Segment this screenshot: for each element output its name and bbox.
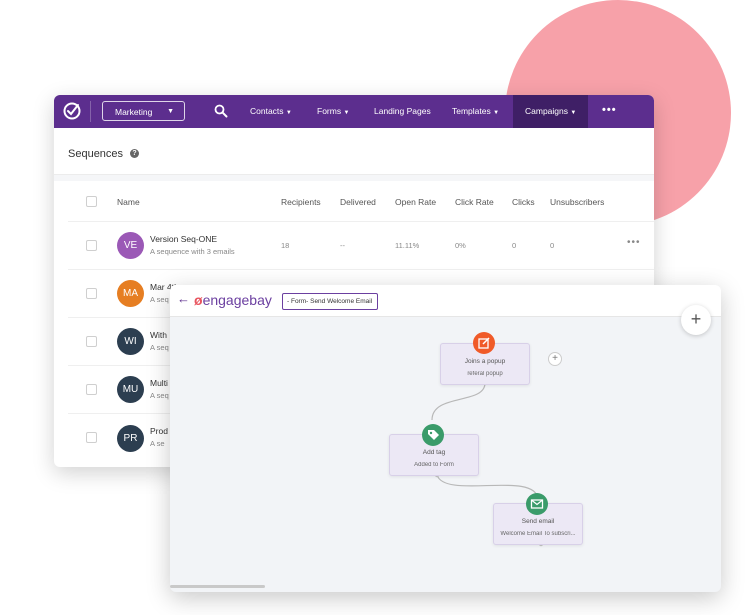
avatar: MU [117,376,144,403]
sequence-name[interactable]: Version Seq-ONE [150,234,217,244]
sequence-name[interactable]: With [150,330,167,340]
clicks-value: 0 [512,241,517,250]
horizontal-scrollbar[interactable] [170,585,265,588]
column-header-recipients[interactable]: Recipients [281,197,321,207]
node-subtitle: Added to Form [414,462,454,468]
row-divider [68,269,654,270]
nav-contacts-label: Contacts [250,106,284,116]
unsubscribers-value: 0 [550,241,555,250]
open-rate-value: 11.11% [395,241,420,250]
more-icon[interactable]: ••• [602,95,617,128]
nav-campaigns[interactable]: Campaigns ▼ [513,95,589,128]
nav-campaigns-label: Campaigns [525,106,568,116]
sequence-description: A se [150,439,165,448]
node-title: Joins a popup [464,358,506,365]
row-checkbox[interactable] [86,288,97,299]
nav-forms-label: Forms [317,106,342,116]
page-title: Sequences [68,148,124,160]
avatar: MA [117,280,144,307]
click-rate-value: 0% [455,241,466,250]
avatar: PR [117,425,144,452]
row-divider [68,221,654,222]
sequence-name[interactable]: Prod [150,426,168,436]
sequence-description: A seq [150,343,169,352]
tag-icon [422,424,444,446]
help-icon[interactable]: ? [130,149,139,158]
row-more-icon[interactable]: ••• [627,237,641,248]
chevron-down-icon: ▼ [167,108,174,115]
nav-contacts[interactable]: Contacts ▼ [250,95,292,128]
connector [436,474,539,500]
node-title: Add tag [422,449,446,456]
divider-band [54,175,654,181]
nav-divider [90,101,91,122]
column-header-clicks[interactable]: Clicks [512,197,535,207]
chevron-down-icon: ▼ [493,110,500,116]
avatar: WI [117,328,144,355]
row-checkbox[interactable] [86,432,97,443]
column-header-open-rate[interactable]: Open Rate [395,197,436,207]
row-checkbox[interactable] [86,336,97,347]
chevron-down-icon: ▼ [343,110,350,116]
sequence-description: A sequence with 3 emails [150,247,235,256]
workflow-builder-window: ← øengagebay - Form- Send Welcome Email … [170,285,721,592]
nav-landing-pages-label: Landing Pages [374,106,431,116]
add-step-icon[interactable]: + [548,352,562,366]
node-subtitle: referal popup [467,371,503,377]
recipients-value: 18 [281,241,290,250]
connector [431,382,486,421]
workspace-dropdown[interactable]: Marketing ▼ [102,101,185,121]
column-header-delivered[interactable]: Delivered [340,197,376,207]
row-checkbox[interactable] [86,384,97,395]
nav-forms[interactable]: Forms ▼ [317,95,349,128]
column-header-click-rate[interactable]: Click Rate [455,197,494,207]
delivered-value: -- [340,241,345,250]
nav-templates[interactable]: Templates ▼ [452,95,499,128]
chevron-down-icon: ▼ [285,110,292,116]
edit-form-icon [473,332,495,354]
sequence-name[interactable]: Multi [150,378,168,388]
sequence-description: A seq [150,295,169,304]
row-checkbox[interactable] [86,240,97,251]
column-header-unsubscribers[interactable]: Unsubscribers [550,197,604,207]
mail-icon [526,493,548,515]
node-title: Send email [521,518,555,525]
search-icon[interactable] [214,104,228,118]
chevron-down-icon: ▼ [570,110,577,116]
node-subtitle: Welcome Email To subscri... [500,531,576,537]
nav-landing-pages[interactable]: Landing Pages [374,95,431,128]
engagebay-logo-icon[interactable] [62,101,82,121]
sequence-description: A seq [150,391,169,400]
nav-templates-label: Templates [452,106,491,116]
avatar: VE [117,232,144,259]
top-nav: Marketing ▼ Contacts ▼ Forms ▼ Landing P… [54,95,654,128]
select-all-checkbox[interactable] [86,196,97,207]
column-header-name[interactable]: Name [117,197,140,207]
workspace-label: Marketing [115,107,153,117]
